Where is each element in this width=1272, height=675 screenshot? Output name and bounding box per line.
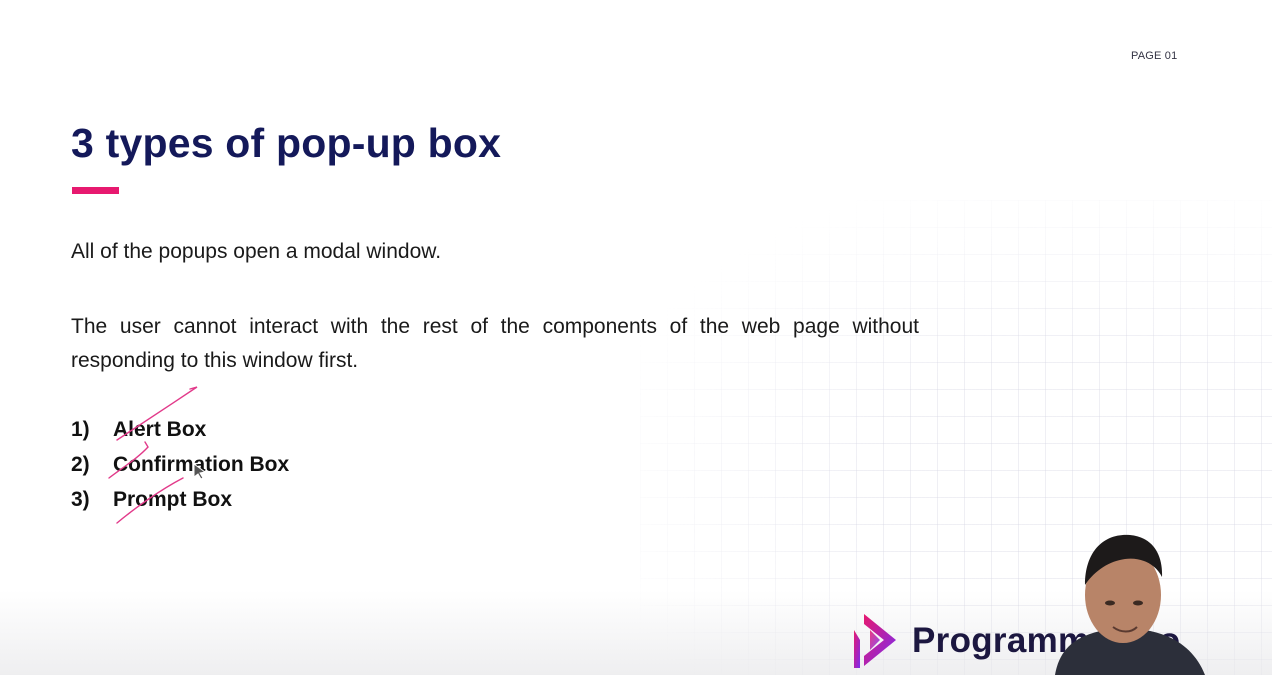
paragraph-user-interaction: The user cannot interact with the rest o… [71,315,919,372]
list-label: Alert Box [113,417,207,441]
play-triangle-logo-icon [854,614,896,668]
list-item-confirmation-box: 2) Confirmation Box [71,447,289,482]
slide-title: 3 types of pop-up box [71,120,502,166]
popup-types-list: 1) Alert Box 2) Confirmation Box 3) Prom… [71,412,289,517]
list-item-prompt-box: 3) Prompt Box [71,482,289,517]
presenter-webcam-overlay [1055,534,1205,675]
paragraph-modal-window: All of the popups open a modal window. [71,240,442,263]
list-number: 2) [71,452,90,476]
mouse-pointer-icon [193,463,207,479]
page-number: PAGE 01 [1131,50,1178,62]
list-label: Prompt Box [113,487,233,511]
title-underline [72,187,119,194]
list-number: 1) [71,417,90,441]
slide: PAGE 01 3 types of pop-up box All of the… [0,0,1272,675]
list-item-alert-box: 1) Alert Box [71,412,289,447]
list-number: 3) [71,487,90,511]
